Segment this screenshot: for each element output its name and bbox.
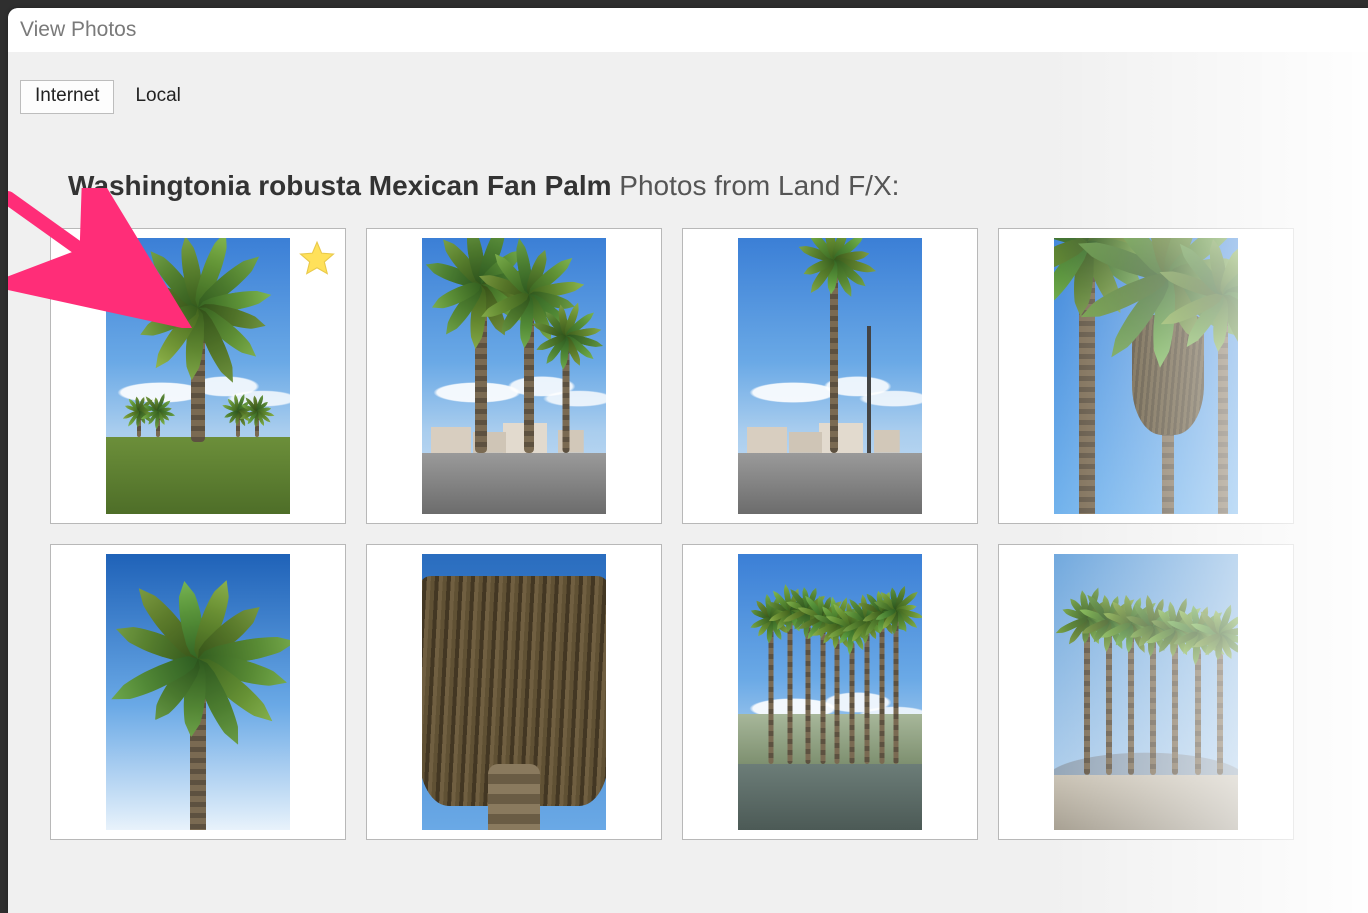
photo-thumbnail[interactable] xyxy=(366,228,662,524)
tab-internet[interactable]: Internet xyxy=(20,80,114,114)
photo-thumbnail[interactable] xyxy=(50,228,346,524)
photo-thumbnail[interactable] xyxy=(682,228,978,524)
favorite-star-icon xyxy=(295,237,339,281)
photo-image xyxy=(106,238,290,514)
titlebar: View Photos xyxy=(8,8,1368,52)
gallery-heading: Washingtonia robusta Mexican Fan Palm Ph… xyxy=(8,114,1368,210)
photo-image xyxy=(1054,554,1238,830)
photo-thumbnail[interactable] xyxy=(998,544,1294,840)
photo-image xyxy=(422,554,606,830)
view-photos-window: View Photos Internet Local Washingtonia … xyxy=(8,8,1368,913)
photo-thumbnail[interactable] xyxy=(998,228,1294,524)
photo-image xyxy=(106,554,290,830)
heading-plant-name: Washingtonia robusta Mexican Fan Palm xyxy=(68,170,612,201)
tab-local[interactable]: Local xyxy=(120,80,195,114)
photo-thumbnail[interactable] xyxy=(682,544,978,840)
photo-image xyxy=(422,238,606,514)
photo-grid xyxy=(8,210,1368,848)
heading-source: Photos from Land F/X: xyxy=(612,170,900,201)
photo-image xyxy=(738,554,922,830)
photo-image xyxy=(738,238,922,514)
photo-thumbnail[interactable] xyxy=(366,544,662,840)
source-tabs: Internet Local xyxy=(8,52,1368,114)
photo-image xyxy=(1054,238,1238,514)
photo-thumbnail[interactable] xyxy=(50,544,346,840)
window-title: View Photos xyxy=(20,18,136,42)
